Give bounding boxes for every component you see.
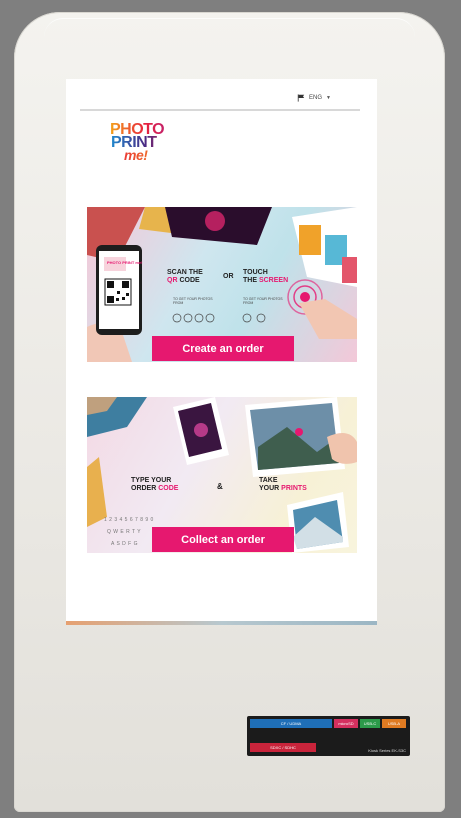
or-separator: OR: [223, 273, 234, 280]
take-heading-your: YOUR: [259, 485, 282, 492]
flag-icon: [297, 94, 305, 102]
scan-heading-qr: QR: [167, 277, 178, 284]
scan-qr-heading: SCAN THE QR CODE: [167, 269, 203, 285]
card-reader-panel: CF / UDMA microSD USB-C USB-A SDXC / SDH…: [247, 716, 410, 756]
touch-heading-line1: TOUCH: [243, 269, 268, 276]
touch-heading-the: THE: [243, 277, 259, 284]
scan-heading-line1: SCAN THE: [167, 269, 203, 276]
card-reader-brand: Kiosk Series EK-S3C: [368, 748, 406, 753]
take-heading-line1: TAKE: [259, 477, 278, 484]
caret-down-icon: ▼: [326, 95, 331, 101]
card-slot-microsd[interactable]: microSD: [334, 719, 358, 728]
top-bar-divider: [80, 109, 360, 111]
card-slot-usba[interactable]: USB-A: [382, 719, 406, 728]
touch-screen-heading: TOUCH THE SCREEN: [243, 269, 288, 285]
take-prints-heading: TAKE YOUR PRINTS: [259, 477, 307, 493]
create-order-button[interactable]: Create an order: [152, 336, 294, 361]
keypad-row-3: A S D F G: [111, 541, 139, 547]
card-slot-sd[interactable]: SDXC / SDHC: [250, 743, 316, 752]
qr-code-icon: [104, 278, 132, 306]
type-heading-code: CODE: [158, 485, 179, 492]
type-heading-line1: TYPE YOUR: [131, 477, 172, 484]
phone-screen-logo: PHOTO PRINT me!: [107, 260, 143, 265]
photoprintme-logo: PHOTO PRINT me!: [110, 122, 180, 167]
type-heading-order: ORDER: [131, 485, 159, 492]
scan-heading-code: CODE: [177, 277, 200, 284]
card-slot-usbc[interactable]: USB-C: [360, 719, 380, 728]
kiosk-top-edge: [44, 18, 415, 37]
language-label: ENG: [309, 95, 323, 101]
take-heading-prints: PRINTS: [281, 485, 307, 492]
kiosk-screen: ENG ▼ PHOTO PRINT me! PHOTO PRINT me! SC…: [66, 79, 377, 624]
keypad-row-2: Q W E R T Y: [107, 529, 142, 535]
scan-subtext: TO GET YOUR PHOTOS FROM: [173, 297, 213, 305]
ampersand: &: [217, 482, 223, 491]
top-bar: ENG ▼: [66, 79, 377, 109]
collect-order-banner[interactable]: TYPE YOUR ORDER CODE & TAKE YOUR PRINTS …: [87, 397, 357, 553]
keypad-row-1: 1 2 3 4 5 6 7 8 9 0: [104, 517, 154, 523]
type-code-heading: TYPE YOUR ORDER CODE: [131, 477, 178, 493]
card-slot-cf[interactable]: CF / UDMA: [250, 719, 332, 728]
language-selector[interactable]: ENG ▼: [297, 92, 331, 104]
touch-heading-screen: SCREEN: [258, 277, 289, 284]
touch-subtext: TO GET YOUR PHOTOS FROM: [243, 297, 283, 305]
screen-bottom-strip: [66, 621, 377, 625]
collect-order-button[interactable]: Collect an order: [152, 527, 294, 552]
create-order-banner[interactable]: PHOTO PRINT me! SCAN THE QR CODE OR TOUC…: [87, 207, 357, 362]
